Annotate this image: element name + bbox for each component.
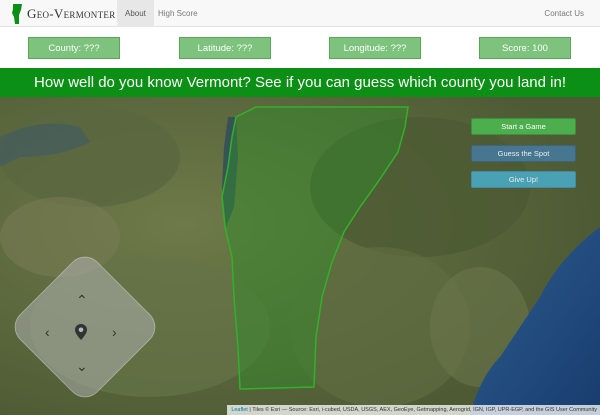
chevron-left-icon[interactable]: ‹ [45, 325, 50, 339]
location-pin-icon[interactable] [74, 323, 88, 341]
county-stat: County: ??? [28, 37, 120, 59]
brand[interactable]: Geo-Vermonter [10, 2, 116, 25]
banner-text: How well do you know Vermont? See if you… [34, 74, 566, 91]
map-attribution: Leaflet | Tiles © Esri — Source: Esri, i… [227, 405, 600, 415]
chevron-down-icon[interactable]: ⌄ [76, 359, 88, 373]
nav-about[interactable]: About [117, 0, 154, 27]
vermont-logo-icon [12, 3, 22, 24]
longitude-stat: Longitude: ??? [329, 37, 421, 59]
tiles-credit: | Tiles © Esri — Source: Esri, i-cubed, … [249, 407, 597, 413]
latitude-stat: Latitude: ??? [179, 37, 271, 59]
give-up-button[interactable]: Give Up! [471, 171, 576, 188]
navbar: Geo-Vermonter About High Score Contact U… [0, 0, 600, 27]
map[interactable]: Start a Game Guess the Spot Give Up! ⌃ ‹… [0, 97, 600, 415]
score-stat: Score: 100 [479, 37, 571, 59]
guess-spot-button[interactable]: Guess the Spot [471, 145, 576, 162]
start-game-button[interactable]: Start a Game [471, 118, 576, 135]
nav-contact-us[interactable]: Contact Us [536, 0, 592, 27]
banner: How well do you know Vermont? See if you… [0, 68, 600, 97]
brand-text: Geo-Vermonter [27, 5, 116, 21]
chevron-up-icon[interactable]: ⌃ [76, 293, 88, 307]
leaflet-link[interactable]: Leaflet [231, 407, 248, 413]
stats-bar: County: ??? Latitude: ??? Longitude: ???… [0, 27, 600, 67]
nav-high-score[interactable]: High Score [150, 0, 206, 27]
chevron-right-icon[interactable]: › [112, 325, 117, 339]
